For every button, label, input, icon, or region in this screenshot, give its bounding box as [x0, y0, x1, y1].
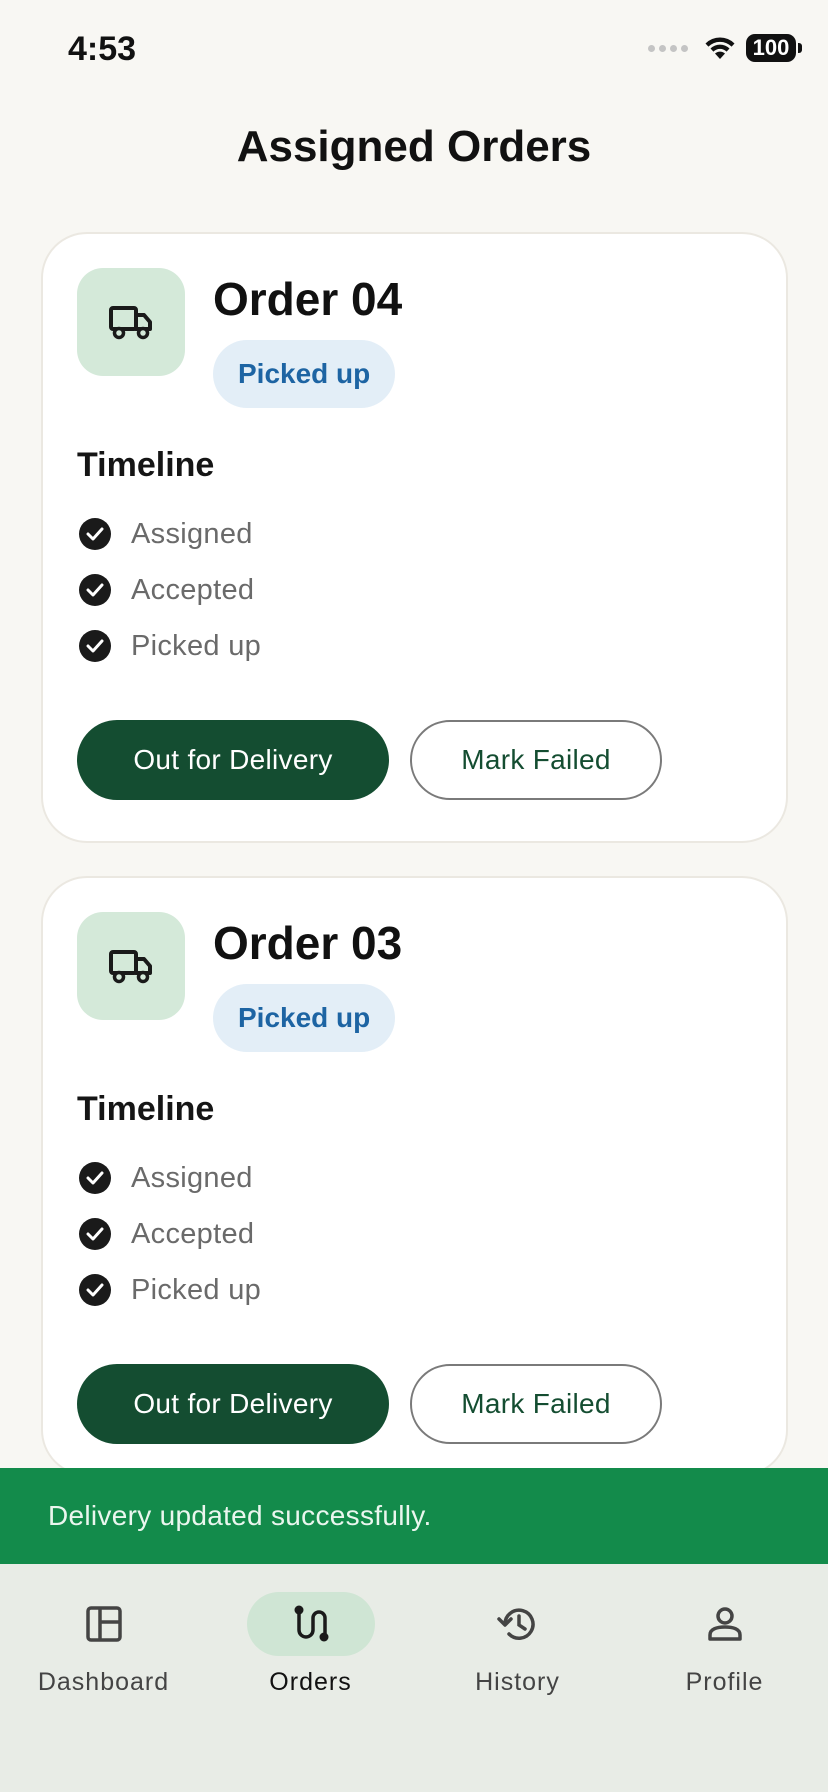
timeline-item-label: Picked up: [131, 1273, 262, 1306]
person-icon: [707, 1607, 742, 1641]
check-circle-icon: [79, 1274, 111, 1306]
status-badge: Picked up: [213, 340, 396, 408]
timeline-item-label: Assigned: [131, 517, 253, 550]
nav-label: Dashboard: [37, 1668, 170, 1696]
order-icon-box: [77, 912, 185, 1020]
timeline-item: Accepted: [79, 1206, 261, 1262]
mark-failed-button[interactable]: Mark Failed: [410, 1364, 662, 1444]
nav-label: Profile: [685, 1668, 764, 1696]
check-circle-icon: [79, 518, 111, 550]
truck-icon: [109, 950, 152, 984]
check-circle-icon: [79, 574, 111, 606]
truck-icon: [109, 306, 152, 340]
nav-item-orders[interactable]: Orders: [207, 1592, 414, 1697]
timeline-list: Assigned Accepted Picked up: [79, 1150, 261, 1318]
timeline-item-label: Accepted: [131, 1217, 255, 1250]
nav-item-profile[interactable]: Profile: [621, 1592, 828, 1697]
timeline-item-label: Accepted: [131, 573, 255, 606]
nav-item-history[interactable]: History: [414, 1592, 621, 1697]
status-indicators: 100: [648, 34, 802, 62]
route-icon: [294, 1605, 328, 1642]
battery-indicator: 100: [746, 34, 802, 62]
nav-label: Orders: [269, 1668, 352, 1696]
out-for-delivery-button[interactable]: Out for Delivery: [77, 720, 389, 800]
out-for-delivery-button[interactable]: Out for Delivery: [77, 1364, 389, 1444]
wifi-icon: [705, 37, 735, 59]
timeline-item: Picked up: [79, 1262, 261, 1318]
timeline-heading: Timeline: [77, 446, 215, 484]
status-time: 4:53: [68, 30, 137, 68]
timeline-item-label: Picked up: [131, 629, 262, 662]
timeline-item: Assigned: [79, 506, 261, 562]
order-card[interactable]: Order 03 Picked up Timeline Assigned Acc…: [41, 876, 788, 1476]
check-circle-icon: [79, 1218, 111, 1250]
timeline-item: Assigned: [79, 1150, 261, 1206]
timeline-item-label: Assigned: [131, 1161, 253, 1194]
nav-label: History: [475, 1668, 560, 1696]
check-circle-icon: [79, 630, 111, 662]
cellular-signal-icon: [648, 44, 688, 52]
nav-item-dashboard[interactable]: Dashboard: [0, 1592, 207, 1697]
snackbar-message: Delivery updated successfully.: [0, 1468, 828, 1564]
order-card[interactable]: Order 04 Picked up Timeline Assigned Acc…: [41, 232, 788, 843]
history-icon: [496, 1608, 535, 1640]
page-title: Assigned Orders: [236, 122, 592, 171]
mark-failed-button[interactable]: Mark Failed: [410, 720, 662, 800]
status-bar: 4:53 100: [0, 0, 828, 100]
timeline-item: Picked up: [79, 618, 261, 674]
order-title: Order 03: [213, 917, 403, 969]
order-title: Order 04: [213, 273, 403, 325]
timeline-heading: Timeline: [77, 1090, 215, 1128]
dashboard-icon: [85, 1606, 122, 1642]
check-circle-icon: [79, 1162, 111, 1194]
bottom-nav: Dashboard Orders History Profile: [0, 1564, 828, 1792]
timeline-list: Assigned Accepted Picked up: [79, 506, 261, 674]
timeline-item: Accepted: [79, 562, 261, 618]
status-badge: Picked up: [213, 984, 396, 1052]
order-icon-box: [77, 268, 185, 376]
